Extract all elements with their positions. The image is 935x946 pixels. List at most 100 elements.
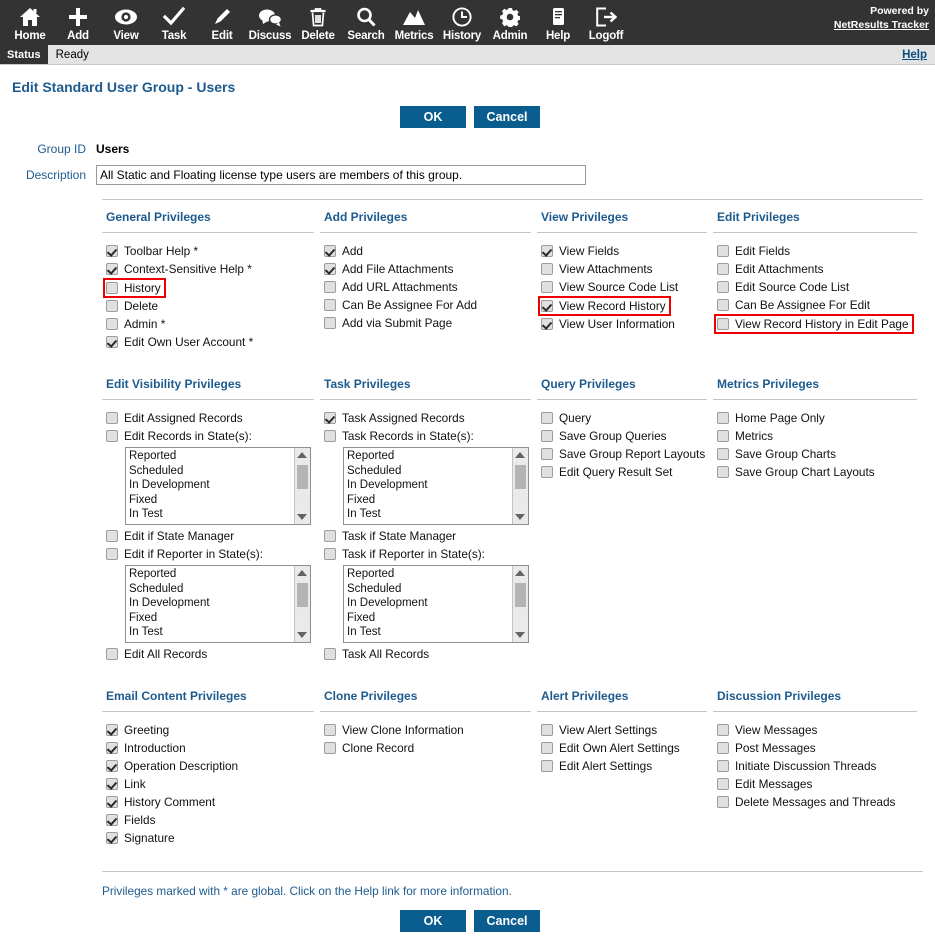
privilege-row[interactable]: Post Messages <box>717 741 917 755</box>
privilege-label[interactable]: Edit Records in State(s): <box>124 429 252 443</box>
privilege-row[interactable]: Home Page Only <box>717 411 917 425</box>
state-list-item[interactable]: Scheduled <box>347 464 528 479</box>
toolbar-item-history[interactable]: History <box>438 0 486 45</box>
privilege-label[interactable]: Edit Attachments <box>735 262 824 276</box>
checkbox-unchecked[interactable] <box>717 263 729 275</box>
scrollbar-thumb[interactable] <box>297 583 308 607</box>
state-list-item[interactable]: Reported <box>129 449 310 464</box>
privilege-label[interactable]: Task All Records <box>342 647 429 661</box>
privilege-row[interactable]: Edit Messages <box>717 777 917 791</box>
privilege-label[interactable]: Delete <box>124 299 158 313</box>
privilege-label[interactable]: Edit if State Manager <box>124 529 234 543</box>
privilege-row[interactable]: Context-Sensitive Help * <box>106 262 314 276</box>
privilege-label[interactable]: Save Group Chart Layouts <box>735 465 875 479</box>
privilege-row[interactable]: Edit Records in State(s): <box>106 429 314 443</box>
ok-button-bottom[interactable]: OK <box>400 910 466 932</box>
checkbox-unchecked[interactable] <box>717 448 729 460</box>
privilege-label[interactable]: View Clone Information <box>342 723 464 737</box>
checkbox-unchecked[interactable] <box>324 430 336 442</box>
privilege-row[interactable]: History Comment <box>106 795 314 809</box>
checkbox-unchecked[interactable] <box>541 466 553 478</box>
privilege-label[interactable]: Query <box>559 411 591 425</box>
toolbar-item-home[interactable]: Home <box>6 0 54 45</box>
state-list-item[interactable]: Fixed <box>347 611 528 626</box>
privilege-label[interactable]: Edit Messages <box>735 777 812 791</box>
scrollbar-thumb[interactable] <box>297 465 308 489</box>
privilege-label[interactable]: View Record History in Edit Page <box>735 317 909 331</box>
checkbox-unchecked[interactable] <box>106 548 118 560</box>
checkbox-checked[interactable] <box>106 245 118 257</box>
privilege-row[interactable]: Edit Query Result Set <box>541 465 707 479</box>
ok-button-top[interactable]: OK <box>400 106 466 128</box>
privilege-row[interactable]: Task if State Manager <box>324 529 531 543</box>
privilege-row[interactable]: Link <box>106 777 314 791</box>
privilege-row[interactable]: Introduction <box>106 741 314 755</box>
checkbox-unchecked[interactable] <box>106 430 118 442</box>
state-list-item[interactable]: In Test <box>129 625 310 640</box>
privilege-label[interactable]: Edit Fields <box>735 244 790 258</box>
privilege-row[interactable]: Edit Own User Account * <box>106 335 314 349</box>
checkbox-checked[interactable] <box>106 778 118 790</box>
privilege-label[interactable]: Task Assigned Records <box>342 411 465 425</box>
state-list-item[interactable]: Reported <box>347 449 528 464</box>
privilege-row[interactable]: Task if Reporter in State(s): <box>324 547 531 561</box>
state-list-item[interactable]: Scheduled <box>347 582 528 597</box>
privilege-row[interactable]: Edit Assigned Records <box>106 411 314 425</box>
checkbox-checked[interactable] <box>324 263 336 275</box>
state-list-item[interactable]: Scheduled <box>129 464 310 479</box>
privilege-label[interactable]: Link <box>124 777 146 791</box>
privilege-row[interactable]: Toolbar Help * <box>106 244 314 258</box>
privilege-row[interactable]: Edit All Records <box>106 647 314 661</box>
privilege-label[interactable]: Can Be Assignee For Add <box>342 298 477 312</box>
checkbox-unchecked[interactable] <box>324 742 336 754</box>
privilege-label[interactable]: Signature <box>124 831 175 845</box>
privilege-label[interactable]: Greeting <box>124 723 169 737</box>
checkbox-unchecked[interactable] <box>324 281 336 293</box>
privilege-label[interactable]: Clone Record <box>342 741 414 755</box>
privilege-row[interactable]: Edit if Reporter in State(s): <box>106 547 314 561</box>
state-list-item[interactable]: Fixed <box>347 493 528 508</box>
privilege-row[interactable]: Add via Submit Page <box>324 316 531 330</box>
privilege-row[interactable]: Greeting <box>106 723 314 737</box>
privilege-label[interactable]: Fields <box>124 813 155 827</box>
privilege-row[interactable]: Clone Record <box>324 741 531 755</box>
toolbar-item-task[interactable]: Task <box>150 0 198 45</box>
privilege-label[interactable]: Add File Attachments <box>342 262 453 276</box>
checkbox-unchecked[interactable] <box>324 648 336 660</box>
scroll-down-arrow-icon[interactable] <box>297 632 307 638</box>
privilege-label[interactable]: Add <box>342 244 363 258</box>
scrollbar-thumb[interactable] <box>515 465 526 489</box>
privilege-row[interactable]: View Fields <box>541 244 707 258</box>
checkbox-unchecked[interactable] <box>717 778 729 790</box>
checkbox-checked[interactable] <box>106 742 118 754</box>
privilege-label[interactable]: Metrics <box>735 429 773 443</box>
state-list-item[interactable]: Reported <box>129 567 310 582</box>
privilege-label[interactable]: View Fields <box>559 244 619 258</box>
checkbox-checked[interactable] <box>106 832 118 844</box>
privilege-row[interactable]: View Alert Settings <box>541 723 707 737</box>
privilege-row[interactable]: View Attachments <box>541 262 707 276</box>
checkbox-unchecked[interactable] <box>717 430 729 442</box>
checkbox-unchecked[interactable] <box>106 282 118 294</box>
checkbox-checked[interactable] <box>106 724 118 736</box>
scroll-down-arrow-icon[interactable] <box>297 514 307 520</box>
checkbox-unchecked[interactable] <box>541 448 553 460</box>
privilege-label[interactable]: Task if Reporter in State(s): <box>342 547 485 561</box>
privilege-row[interactable]: Edit Attachments <box>717 262 917 276</box>
state-list-item[interactable]: In Development <box>129 478 310 493</box>
privilege-label[interactable]: Operation Description <box>124 759 238 773</box>
brand-link[interactable]: NetResults Tracker <box>834 19 929 31</box>
checkbox-unchecked[interactable] <box>541 724 553 736</box>
checkbox-unchecked[interactable] <box>106 648 118 660</box>
state-list-item[interactable]: Reported <box>347 567 528 582</box>
state-list-box[interactable]: Reported Scheduled In Development Fixed In T… <box>343 447 529 525</box>
privilege-row[interactable]: Add URL Attachments <box>324 280 531 294</box>
privilege-row[interactable]: Edit Own Alert Settings <box>541 741 707 755</box>
state-list-box[interactable]: Reported Scheduled In Development Fixed In T… <box>125 565 311 643</box>
privilege-row[interactable]: Operation Description <box>106 759 314 773</box>
privilege-row[interactable]: Edit if State Manager <box>106 529 314 543</box>
privilege-label[interactable]: Task Records in State(s): <box>342 429 474 443</box>
state-list-item[interactable]: Scheduled <box>129 582 310 597</box>
checkbox-unchecked[interactable] <box>717 466 729 478</box>
privilege-row[interactable]: Save Group Chart Layouts <box>717 465 917 479</box>
